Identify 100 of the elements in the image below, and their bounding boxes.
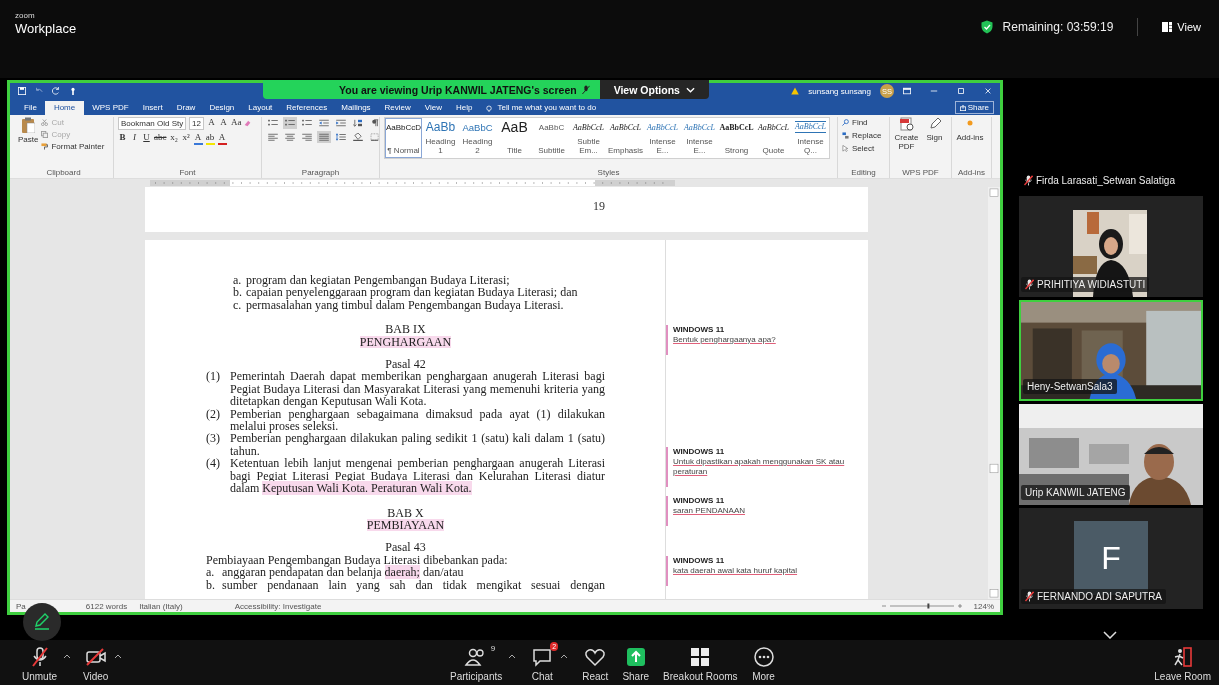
style-option[interactable]: AaBbCcL Intense E...: [644, 118, 681, 158]
ribbon-tab[interactable]: View: [418, 101, 448, 115]
paragraph-button[interactable]: [351, 131, 365, 143]
style-option[interactable]: AaBb Heading 1: [422, 118, 459, 158]
comment-card[interactable]: WINDOWS 11 Untuk dipastikan apakah menggunakan SK atau peraturan: [666, 447, 858, 487]
paragraph-button[interactable]: [317, 117, 331, 129]
style-option[interactable]: AaBbCcL Strong: [718, 118, 755, 158]
format-button[interactable]: x²: [181, 132, 191, 145]
comment-card[interactable]: WINDOWS 11 kata daerah awal kata huruf kapital: [666, 556, 858, 586]
video-tile[interactable]: F FERNANDO ADI SAPUTRA: [1019, 508, 1203, 609]
ribbon-tab[interactable]: Design: [203, 101, 241, 115]
find-button[interactable]: Find: [842, 117, 868, 128]
ribbon-tab[interactable]: Mailings: [335, 101, 377, 115]
font-family-field[interactable]: Bookman Old Sty: [118, 117, 186, 130]
accessibility-status[interactable]: Accessibility: Investigate: [234, 600, 322, 612]
page-status[interactable]: Pa: [16, 600, 26, 612]
scrollbar-drawing[interactable]: [988, 187, 1000, 599]
chevron-down-icon[interactable]: [1103, 631, 1117, 639]
zoom-slider[interactable]: [881, 603, 962, 609]
ribbon-display-icon[interactable]: [903, 87, 911, 95]
video-tile[interactable]: Urip KANWIL JATENG: [1019, 404, 1203, 505]
format-button[interactable]: ab: [205, 132, 215, 145]
paste-button[interactable]: Paste: [18, 117, 39, 144]
ribbon-tab[interactable]: File: [18, 101, 43, 115]
breakout-button[interactable]: Breakout Rooms: [663, 640, 738, 682]
font-size-button[interactable]: A: [206, 117, 216, 130]
share-button[interactable]: Share: [622, 640, 650, 682]
font-size-button[interactable]: A: [218, 117, 228, 130]
more-button[interactable]: More: [751, 640, 776, 682]
participants-button[interactable]: 9 Participants: [450, 640, 503, 682]
comment-card[interactable]: WINDOWS 11 saran PENDANAAN: [666, 496, 858, 526]
caret-icon[interactable]: [63, 654, 71, 659]
ribbon-tab[interactable]: Layout: [242, 101, 279, 115]
comment-card[interactable]: WINDOWS 11 Bentuk penghargaanya apa?: [666, 325, 858, 355]
save-icon[interactable]: [18, 87, 26, 95]
ribbon-tab[interactable]: Insert: [136, 101, 169, 115]
share-button[interactable]: Share: [954, 101, 994, 114]
paragraph-button[interactable]: [300, 131, 314, 143]
style-option[interactable]: AaBbCcL Subtle Em...: [570, 118, 607, 158]
caret-icon[interactable]: [508, 654, 517, 659]
react-button[interactable]: React: [582, 640, 609, 682]
close-icon[interactable]: [984, 87, 992, 95]
select-button[interactable]: Select: [842, 143, 875, 154]
font-size-button[interactable]: Aa: [230, 117, 242, 130]
format-button[interactable]: B: [118, 132, 127, 145]
format-button[interactable]: U: [142, 132, 151, 145]
video-tile[interactable]: Heny-SetwanSala3: [1019, 300, 1203, 401]
caret-icon[interactable]: [114, 654, 123, 659]
sign-button[interactable]: Sign: [922, 117, 947, 142]
format-button[interactable]: x₂: [169, 132, 179, 145]
create-pdf-button[interactable]: Create PDF: [894, 117, 919, 151]
format-button[interactable]: abc: [154, 132, 167, 145]
language-status[interactable]: Italian (Italy): [139, 600, 183, 612]
add-ins-button[interactable]: Add-ins: [956, 117, 984, 142]
style-option[interactable]: AaBbCcL Intense E...: [681, 118, 718, 158]
list-marker: (2): [206, 407, 221, 423]
video-button[interactable]: Video: [83, 640, 109, 682]
style-option[interactable]: AaBbCcL Quote: [755, 118, 792, 158]
paragraph-button[interactable]: [334, 117, 348, 129]
ribbon-tab[interactable]: References: [280, 101, 334, 115]
format-button[interactable]: A: [193, 132, 203, 145]
format-button[interactable]: A: [217, 132, 227, 145]
shield-icon[interactable]: [980, 20, 993, 34]
view-button[interactable]: View: [1162, 21, 1201, 33]
style-option[interactable]: AaBbCcD ¶ Normal: [385, 118, 422, 158]
caret-icon[interactable]: [560, 654, 569, 659]
unmute-button[interactable]: Unmute: [22, 640, 57, 682]
style-option[interactable]: AaBbC Heading 2: [459, 118, 496, 158]
style-option[interactable]: AaB Title: [496, 118, 533, 158]
account-name[interactable]: sunsang sunsang: [808, 86, 871, 96]
undo-icon[interactable]: [35, 87, 43, 95]
ribbon-tab[interactable]: Draw: [170, 101, 202, 115]
font-size-field[interactable]: 12: [189, 117, 204, 130]
word-count[interactable]: 6122 words: [85, 600, 128, 612]
paragraph-button[interactable]: [368, 131, 382, 143]
format-painter-button[interactable]: Format Painter: [41, 141, 105, 152]
style-option[interactable]: AaBbCcL Intense Q...: [792, 118, 829, 158]
video-tile[interactable]: PRIHITIYA WIDIASTUTI: [1019, 196, 1203, 297]
style-option[interactable]: AaBbC Subtitle: [533, 118, 570, 158]
paragraph-button[interactable]: [266, 131, 280, 143]
ribbon-tab[interactable]: Help: [450, 101, 479, 115]
lightbulb-icon: [486, 105, 493, 113]
replace-button[interactable]: Replace: [842, 130, 882, 141]
minimize-icon[interactable]: [930, 87, 938, 95]
tell-me-search[interactable]: Tell me what you want to do: [497, 101, 597, 115]
paragraph-button[interactable]: [334, 131, 348, 143]
leave-room-button[interactable]: Leave Room: [1154, 640, 1211, 682]
list-marker: c.: [233, 298, 243, 312]
format-button[interactable]: I: [130, 132, 139, 145]
paragraph-button[interactable]: [283, 131, 297, 143]
style-option[interactable]: AaBbCcL Emphasis: [607, 118, 644, 158]
paragraph-button[interactable]: [283, 117, 297, 129]
ribbon-tab[interactable]: Home: [44, 101, 85, 115]
view-options-button[interactable]: View Options: [599, 80, 709, 99]
ribbon-tab[interactable]: WPS PDF: [86, 101, 135, 115]
ribbon-tab[interactable]: Review: [378, 101, 417, 115]
paragraph-button[interactable]: [351, 117, 365, 129]
redo-icon[interactable]: [52, 87, 60, 95]
restore-icon[interactable]: [957, 87, 965, 95]
zoom-level[interactable]: 124%: [973, 600, 994, 612]
